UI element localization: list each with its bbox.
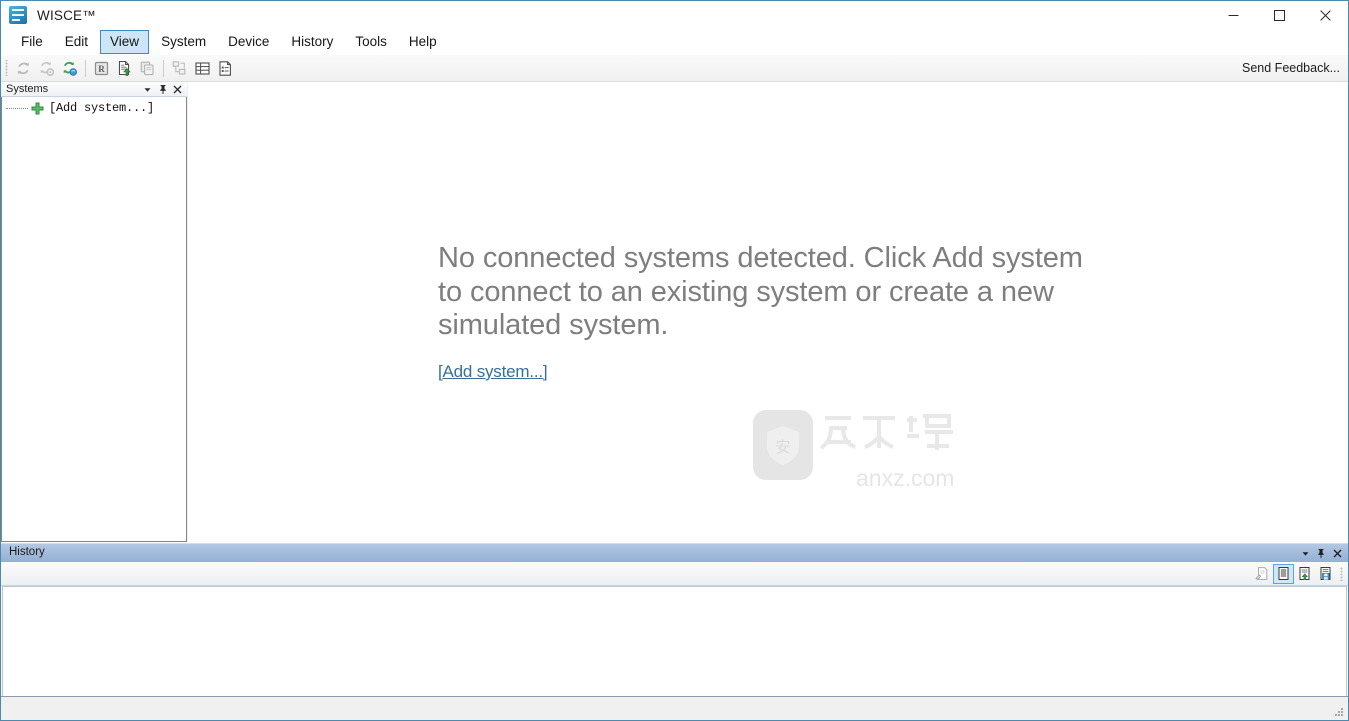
svg-text:anxz.com: anxz.com bbox=[856, 465, 954, 491]
main-content-area: No connected systems detected. Click Add… bbox=[187, 82, 1348, 542]
history-panel-title: History bbox=[9, 546, 45, 559]
menu-item-view[interactable]: View bbox=[100, 30, 150, 54]
systems-dock-panel: Systems [Add system...] bbox=[1, 82, 187, 542]
systems-panel-close-button[interactable] bbox=[170, 82, 185, 96]
refresh-sync-icon-button[interactable] bbox=[58, 57, 81, 79]
chevron-down-icon bbox=[1302, 551, 1308, 556]
workspace: Systems [Add system...] No connected sys… bbox=[1, 82, 1348, 696]
tree-connector-line bbox=[6, 107, 28, 110]
history-panel-header: History bbox=[1, 543, 1348, 562]
send-feedback-button[interactable]: Send Feedback... bbox=[1242, 61, 1340, 75]
close-icon bbox=[1333, 549, 1341, 557]
toolbar-drag-handle[interactable] bbox=[5, 60, 9, 76]
title-bar: WISCE™ bbox=[1, 1, 1348, 29]
close-icon bbox=[173, 85, 182, 93]
maximize-button[interactable] bbox=[1256, 1, 1302, 29]
empty-state-message: No connected systems detected. Click Add… bbox=[438, 242, 1083, 342]
history-annotate-icon-button[interactable] bbox=[1252, 564, 1273, 584]
register-icon-button[interactable]: R bbox=[90, 57, 113, 79]
systems-panel-title: Systems bbox=[6, 82, 49, 95]
device-tree-icon bbox=[172, 60, 186, 75]
systems-panel-menu-button[interactable] bbox=[140, 82, 155, 96]
window-title: WISCE™ bbox=[37, 7, 96, 23]
menu-item-device[interactable]: Device bbox=[218, 30, 279, 54]
toolbar-separator bbox=[85, 59, 86, 77]
history-panel-menu-button[interactable] bbox=[1297, 545, 1313, 562]
menu-bar: File Edit View System Device History Too… bbox=[1, 29, 1348, 55]
device-tree-icon-button[interactable] bbox=[168, 57, 191, 79]
menu-item-file[interactable]: File bbox=[11, 30, 53, 54]
history-list-icon bbox=[1278, 567, 1289, 580]
report-icon bbox=[219, 60, 231, 76]
history-save-icon bbox=[1320, 567, 1331, 580]
table-view-icon-button[interactable] bbox=[191, 57, 214, 79]
history-log-list[interactable] bbox=[2, 586, 1347, 696]
refresh-settings-icon-button[interactable] bbox=[35, 57, 58, 79]
close-button[interactable] bbox=[1302, 1, 1348, 29]
site-watermark: 安 anxz.com bbox=[753, 410, 954, 491]
history-panel-close-button[interactable] bbox=[1329, 545, 1345, 562]
tree-item-add-system[interactable]: [Add system...] bbox=[2, 99, 186, 117]
history-list-icon-button[interactable] bbox=[1273, 563, 1294, 584]
document-export-icon-button[interactable] bbox=[113, 57, 136, 79]
refresh-icon bbox=[18, 62, 29, 74]
menu-item-tools[interactable]: Tools bbox=[345, 30, 397, 54]
upper-area: Systems [Add system...] No connected sys… bbox=[1, 82, 1348, 542]
history-annotate-icon bbox=[1255, 567, 1268, 581]
tree-item-label: [Add system...] bbox=[49, 101, 155, 115]
pin-icon bbox=[1318, 549, 1324, 558]
systems-tree[interactable]: [Add system...] bbox=[1, 97, 187, 542]
report-icon-button[interactable] bbox=[214, 57, 237, 79]
table-view-icon bbox=[195, 61, 210, 75]
empty-state-block: No connected systems detected. Click Add… bbox=[438, 242, 1108, 382]
pin-icon bbox=[159, 85, 166, 94]
document-export-icon bbox=[118, 60, 131, 76]
refresh-settings-icon bbox=[40, 61, 55, 76]
copy-registers-icon-button[interactable] bbox=[136, 57, 159, 79]
svg-text:R: R bbox=[98, 64, 105, 74]
history-save-icon-button[interactable] bbox=[1315, 564, 1336, 584]
history-export-icon-button[interactable] bbox=[1294, 564, 1315, 584]
history-dock-panel: History bbox=[1, 542, 1348, 696]
refresh-icon-button[interactable] bbox=[12, 57, 35, 79]
history-panel-pin-button[interactable] bbox=[1313, 545, 1329, 562]
status-bar bbox=[1, 696, 1348, 720]
green-plus-icon bbox=[31, 102, 44, 114]
chevron-down-icon bbox=[144, 87, 151, 92]
window-controls bbox=[1210, 1, 1348, 29]
copy-registers-icon bbox=[140, 61, 154, 75]
menu-item-edit[interactable]: Edit bbox=[55, 30, 98, 54]
register-icon: R bbox=[94, 61, 109, 75]
menu-item-system[interactable]: System bbox=[151, 30, 216, 54]
wisce-application-window: WISCE™ File Edit View System Device Hist… bbox=[0, 0, 1349, 721]
menu-item-help[interactable]: Help bbox=[399, 30, 447, 54]
history-toolbar-drag-handle[interactable] bbox=[1340, 566, 1344, 581]
close-icon bbox=[1319, 9, 1331, 21]
add-system-link[interactable]: [Add system...] bbox=[438, 362, 548, 382]
minimize-icon bbox=[1228, 14, 1238, 16]
history-toolbar bbox=[1, 562, 1348, 586]
main-toolbar: R Send Feedback... bbox=[1, 55, 1348, 82]
resize-grip-icon[interactable] bbox=[1333, 706, 1345, 718]
wisce-app-icon bbox=[9, 6, 27, 24]
systems-panel-header: Systems bbox=[1, 82, 187, 97]
systems-panel-pin-button[interactable] bbox=[155, 82, 170, 96]
svg-text:安: 安 bbox=[775, 438, 790, 456]
toolbar-separator-2 bbox=[163, 59, 164, 77]
minimize-button[interactable] bbox=[1210, 1, 1256, 29]
maximize-icon bbox=[1273, 9, 1285, 21]
refresh-sync-icon bbox=[63, 61, 77, 76]
menu-item-history[interactable]: History bbox=[281, 30, 343, 54]
history-export-icon bbox=[1299, 567, 1310, 580]
